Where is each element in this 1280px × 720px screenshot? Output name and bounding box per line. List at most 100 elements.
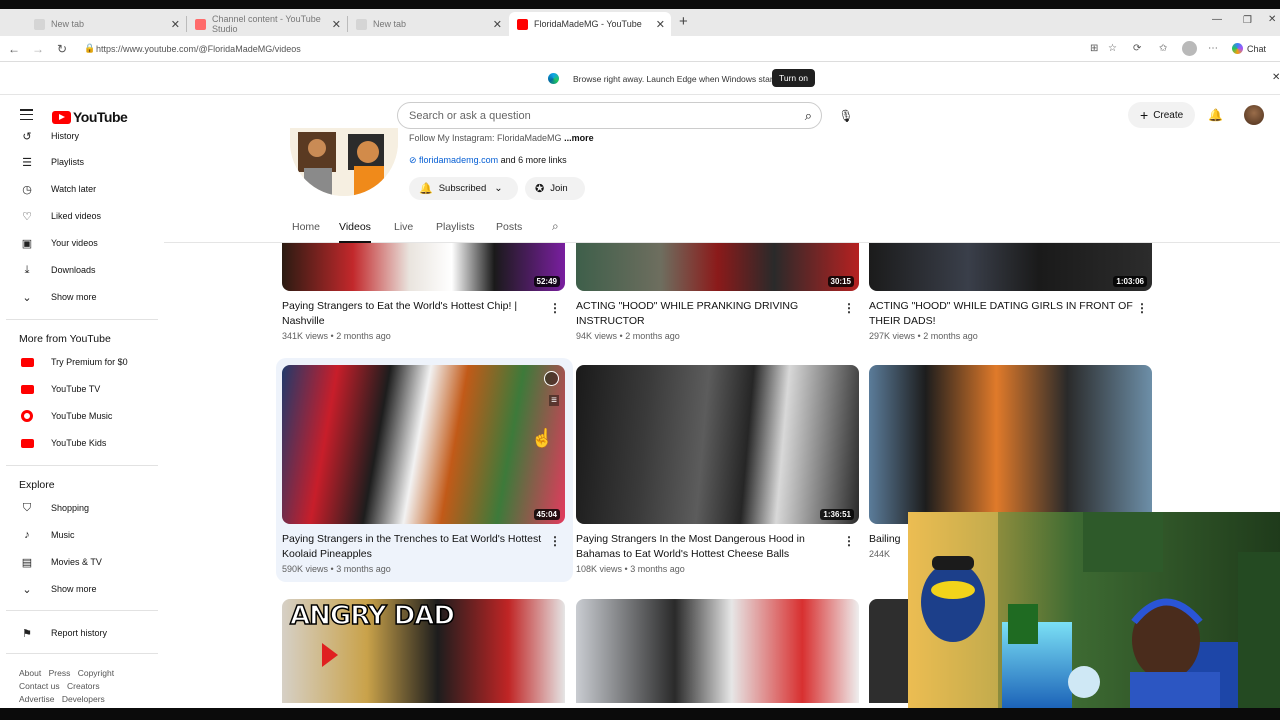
footer-link-press[interactable]: Press xyxy=(49,668,71,678)
favorites-icon[interactable]: ✩ xyxy=(1159,43,1167,54)
video-thumbnail[interactable]: 1:36:51 xyxy=(576,365,859,524)
more-menu-icon[interactable]: ⋯ xyxy=(1208,43,1218,54)
search-input[interactable]: Search or ask a question ⌕ xyxy=(397,102,822,129)
description-text: Follow My Instagram: FloridaMadeMG xyxy=(409,133,562,143)
tab-playlists[interactable]: Playlists xyxy=(436,221,475,233)
video-thumbnail[interactable]: ANGRY DAD xyxy=(282,599,565,703)
subscribed-button[interactable]: 🔔 Subscribed ⌄ xyxy=(409,177,518,200)
sidebar-item-youtube-kids[interactable]: YouTube Kids xyxy=(0,433,160,453)
footer-link-creators[interactable]: Creators xyxy=(67,681,100,691)
browser-tab-4[interactable]: FloridaMadeMG - YouTube ✕ xyxy=(509,12,671,36)
create-button[interactable]: + Create xyxy=(1128,102,1196,128)
more-from-youtube-heading: More from YouTube xyxy=(19,333,111,345)
new-tab-favicon-icon xyxy=(356,18,367,30)
url-field[interactable]: 🔒 https://www.youtube.com/@FloridaMadeMG… xyxy=(78,39,1078,59)
copilot-chat-button[interactable]: Chat xyxy=(1232,43,1266,54)
sidebar-item-label: Show more xyxy=(51,292,97,302)
youtube-logo[interactable]: YouTube xyxy=(52,109,128,125)
video-title[interactable]: ACTING "HOOD" WHILE DATING GIRLS IN FRON… xyxy=(869,299,1139,329)
channel-website-link[interactable]: floridamademg.com xyxy=(419,155,498,165)
video-thumbnail[interactable] xyxy=(869,365,1152,524)
restore-icon[interactable]: ❐ xyxy=(1243,15,1252,26)
close-icon[interactable]: ✕ xyxy=(656,18,665,31)
video-title[interactable]: Paying Strangers In the Most Dangerous H… xyxy=(576,532,846,562)
tab-posts[interactable]: Posts xyxy=(496,221,522,233)
close-icon[interactable]: ✕ xyxy=(493,18,502,31)
video-title[interactable]: Paying Strangers to Eat the World's Hott… xyxy=(282,299,552,329)
video-menu-icon[interactable]: ⋮ xyxy=(549,534,561,548)
sidebar-show-more[interactable]: ⌄ Show more xyxy=(0,579,160,599)
video-menu-icon[interactable]: ⋮ xyxy=(1136,301,1148,315)
account-avatar[interactable] xyxy=(1244,105,1264,125)
sidebar-item-history[interactable]: ↺ History xyxy=(0,128,160,146)
channel-description[interactable]: Follow My Instagram: FloridaMadeMG ...mo… xyxy=(409,133,594,143)
tab-home[interactable]: Home xyxy=(292,221,320,233)
sidebar-item-movies-tv[interactable]: ▤ Movies & TV xyxy=(0,552,160,572)
sidebar-item-music[interactable]: ♪ Music xyxy=(0,525,160,545)
sidebar-item-liked-videos[interactable]: ♡ Liked videos xyxy=(0,206,160,226)
sidebar-item-label: Watch later xyxy=(51,184,97,194)
close-icon[interactable]: ✕ xyxy=(332,18,341,31)
sidebar-item-watch-later[interactable]: ◷ Watch later xyxy=(0,179,160,199)
browser-tab-3[interactable]: New tab ✕ xyxy=(348,12,508,36)
close-icon[interactable]: ✕ xyxy=(171,18,180,31)
youtube-favicon-icon xyxy=(517,18,528,30)
banner-close-icon[interactable]: ✕ xyxy=(1272,72,1280,83)
sidebar-item-playlists[interactable]: ☰ Playlists xyxy=(0,152,160,172)
minimize-icon[interactable]: — xyxy=(1212,14,1222,25)
video-menu-icon[interactable]: ⋮ xyxy=(549,301,561,315)
video-thumbnail[interactable]: 52:49 xyxy=(282,243,565,291)
sidebar-item-report-history[interactable]: ⚑ Report history xyxy=(0,623,160,643)
sidebar-show-more[interactable]: ⌄ Show more xyxy=(0,287,160,307)
browser-tab-1[interactable]: New tab ✕ xyxy=(26,12,187,36)
video-thumbnail[interactable] xyxy=(869,599,909,703)
footer-link-contact[interactable]: Contact us xyxy=(19,681,60,691)
video-thumbnail[interactable] xyxy=(576,599,859,703)
browser-tab-2[interactable]: Channel content - YouTube Studio ✕ xyxy=(187,12,348,36)
footer-link-copyright[interactable]: Copyright xyxy=(78,668,114,678)
video-menu-icon[interactable]: ⋮ xyxy=(843,534,855,548)
notifications-bell-icon[interactable]: 🔔 xyxy=(1208,108,1223,122)
window-close-icon[interactable]: ✕ xyxy=(1268,14,1276,25)
video-menu-icon[interactable]: ⋮ xyxy=(843,301,855,315)
refresh-icon[interactable]: ↻ xyxy=(57,42,67,56)
video-title[interactable]: Paying Strangers in the Trenches to Eat … xyxy=(282,532,552,562)
video-age: 2 months ago xyxy=(336,331,391,341)
bell-icon: 🔔 xyxy=(419,183,433,195)
footer-link-advertise[interactable]: Advertise xyxy=(19,694,54,704)
back-icon[interactable]: ← xyxy=(8,42,20,56)
channel-search-icon[interactable]: ⌕ xyxy=(552,219,559,234)
video-thumbnail[interactable]: 30:15 xyxy=(576,243,859,291)
sidebar-item-downloads[interactable]: ⤓ Downloads xyxy=(0,260,160,280)
hamburger-menu-icon[interactable] xyxy=(20,109,33,121)
add-to-queue-icon[interactable]: ≡ xyxy=(549,395,559,406)
channel-avatar[interactable] xyxy=(290,128,398,196)
video-thumbnail[interactable]: 1:03:06 xyxy=(869,243,1152,291)
tab-live[interactable]: Live xyxy=(394,221,413,233)
watch-later-icon[interactable] xyxy=(544,371,559,386)
plus-icon: + xyxy=(1140,107,1149,123)
more-links-text[interactable]: and 6 more links xyxy=(501,155,567,165)
video-title[interactable]: ACTING "HOOD" WHILE PRANKING DRIVING INS… xyxy=(576,299,846,329)
sidebar-item-your-videos[interactable]: ▣ Your videos xyxy=(0,233,160,253)
app-icon[interactable]: ⊞ xyxy=(1090,43,1098,54)
sidebar-item-youtube-tv[interactable]: YouTube TV xyxy=(0,379,160,399)
microphone-icon[interactable]: 🎙 xyxy=(834,104,858,128)
extensions-icon[interactable]: ⟳ xyxy=(1133,43,1141,54)
browser-profile-avatar[interactable] xyxy=(1182,41,1197,56)
footer-link-developers[interactable]: Developers xyxy=(62,694,105,704)
join-button[interactable]: ✪ Join xyxy=(525,177,585,200)
description-more-link[interactable]: ...more xyxy=(564,133,594,143)
chevron-down-icon: ⌄ xyxy=(22,291,32,304)
search-icon[interactable]: ⌕ xyxy=(805,108,812,124)
turn-on-button[interactable]: Turn on xyxy=(772,69,815,87)
sidebar-item-premium[interactable]: Try Premium for $0 xyxy=(0,352,160,372)
tab-videos[interactable]: Videos xyxy=(339,221,371,243)
video-thumbnail[interactable]: ≡ 45:04 xyxy=(282,365,565,524)
forward-icon[interactable]: → xyxy=(32,42,44,56)
new-tab-button[interactable]: + xyxy=(679,13,688,30)
sidebar-item-shopping[interactable]: ⛉ Shopping xyxy=(0,498,160,518)
favorite-star-icon[interactable]: ☆ xyxy=(1108,43,1117,54)
sidebar-item-youtube-music[interactable]: YouTube Music xyxy=(0,406,160,426)
footer-link-about[interactable]: About xyxy=(19,668,41,678)
